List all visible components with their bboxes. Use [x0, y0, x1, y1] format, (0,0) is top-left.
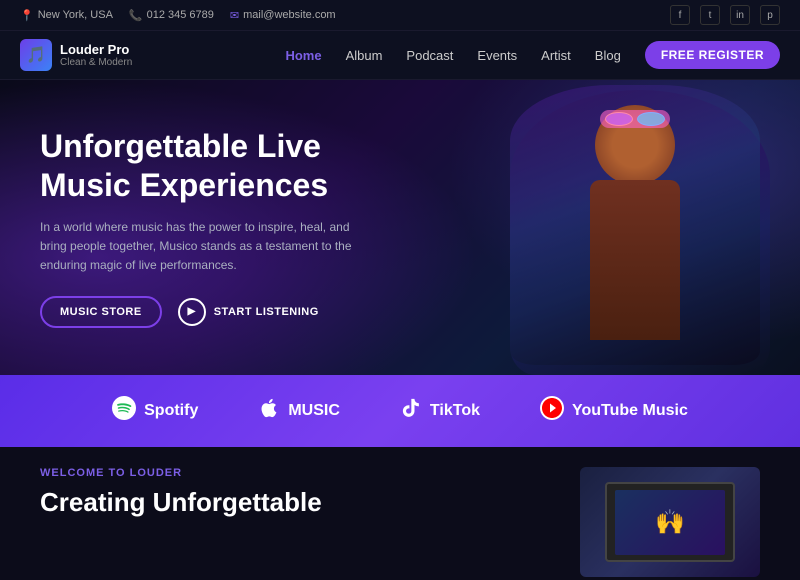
nav-links: Home Album Podcast Events Artist Blog FR… — [285, 41, 780, 69]
youtube-music-icon — [540, 396, 564, 426]
email-text: mail@website.com — [243, 9, 335, 21]
brand-logo: 🎵 Louder Pro Clean & Modern — [20, 39, 132, 71]
nav-album[interactable]: Album — [346, 48, 383, 63]
start-listening-button[interactable]: ▶ START LISTENING — [178, 298, 319, 326]
play-icon: ▶ — [178, 298, 206, 326]
nav-events[interactable]: Events — [477, 48, 517, 63]
location-icon: 📍 — [20, 9, 34, 22]
hero-buttons: MUSIC STORE ▶ START LISTENING — [40, 296, 360, 328]
laptop-shape: 🙌 — [605, 482, 735, 562]
brand-name: Louder Pro — [60, 42, 132, 57]
hero-image — [420, 80, 800, 375]
nav-artist[interactable]: Artist — [541, 48, 571, 63]
top-bar-info: 📍 New York, USA 📞 012 345 6789 ✉ mail@we… — [20, 9, 336, 22]
nav-podcast[interactable]: Podcast — [406, 48, 453, 63]
location-info: 📍 New York, USA — [20, 9, 113, 22]
phone-text: 012 345 6789 — [147, 9, 214, 21]
partner-apple-music: MUSIC — [258, 397, 340, 425]
email-info: ✉ mail@website.com — [230, 9, 336, 22]
tiktok-label: TikTok — [430, 402, 480, 420]
partner-tiktok: TikTok — [400, 397, 480, 425]
nav-home[interactable]: Home — [285, 48, 321, 63]
laptop-screen: 🙌 — [615, 490, 725, 555]
youtube-music-label: YouTube Music — [572, 402, 688, 420]
pinterest-icon[interactable]: p — [760, 5, 780, 25]
partners-strip: Spotify MUSIC TikTok YouTube Music — [0, 375, 800, 447]
hero-title: Unforgettable Live Music Experiences — [40, 127, 360, 204]
hand-icon: 🙌 — [655, 508, 685, 537]
welcome-content: WELCOME TO LOUDER Creating Unforgettable — [40, 467, 540, 518]
tiktok-icon — [400, 397, 422, 425]
twitter-icon[interactable]: t — [700, 5, 720, 25]
social-links: f t in p — [670, 5, 780, 25]
sunglasses-shape — [600, 110, 670, 128]
hero-content: Unforgettable Live Music Experiences In … — [0, 127, 400, 327]
spotify-label: Spotify — [144, 402, 198, 420]
brand-text: Louder Pro Clean & Modern — [60, 42, 132, 68]
register-button[interactable]: FREE REGISTER — [645, 41, 780, 69]
brand-tagline: Clean & Modern — [60, 57, 132, 68]
instagram-icon[interactable]: in — [730, 5, 750, 25]
phone-icon: 📞 — [129, 9, 143, 22]
hero-figure — [510, 85, 760, 365]
welcome-label: WELCOME TO LOUDER — [40, 467, 540, 479]
top-bar: 📍 New York, USA 📞 012 345 6789 ✉ mail@we… — [0, 0, 800, 31]
facebook-icon[interactable]: f — [670, 5, 690, 25]
bottom-image: 🙌 — [580, 467, 760, 577]
apple-music-label: MUSIC — [288, 402, 340, 420]
nav-blog[interactable]: Blog — [595, 48, 621, 63]
hero-description: In a world where music has the power to … — [40, 218, 360, 276]
body-shape — [590, 180, 680, 340]
music-store-button[interactable]: MUSIC STORE — [40, 296, 162, 328]
location-text: New York, USA — [38, 9, 113, 21]
bottom-title: Creating Unforgettable — [40, 487, 540, 518]
email-icon: ✉ — [230, 9, 239, 22]
navbar: 🎵 Louder Pro Clean & Modern Home Album P… — [0, 31, 800, 80]
spotify-icon — [112, 396, 136, 426]
brand-icon: 🎵 — [20, 39, 52, 71]
hero-section: Unforgettable Live Music Experiences In … — [0, 80, 800, 375]
phone-info: 📞 012 345 6789 — [129, 9, 214, 22]
partner-youtube-music: YouTube Music — [540, 396, 688, 426]
apple-music-icon — [258, 397, 280, 425]
partner-spotify: Spotify — [112, 396, 198, 426]
bottom-section: WELCOME TO LOUDER Creating Unforgettable… — [0, 447, 800, 580]
